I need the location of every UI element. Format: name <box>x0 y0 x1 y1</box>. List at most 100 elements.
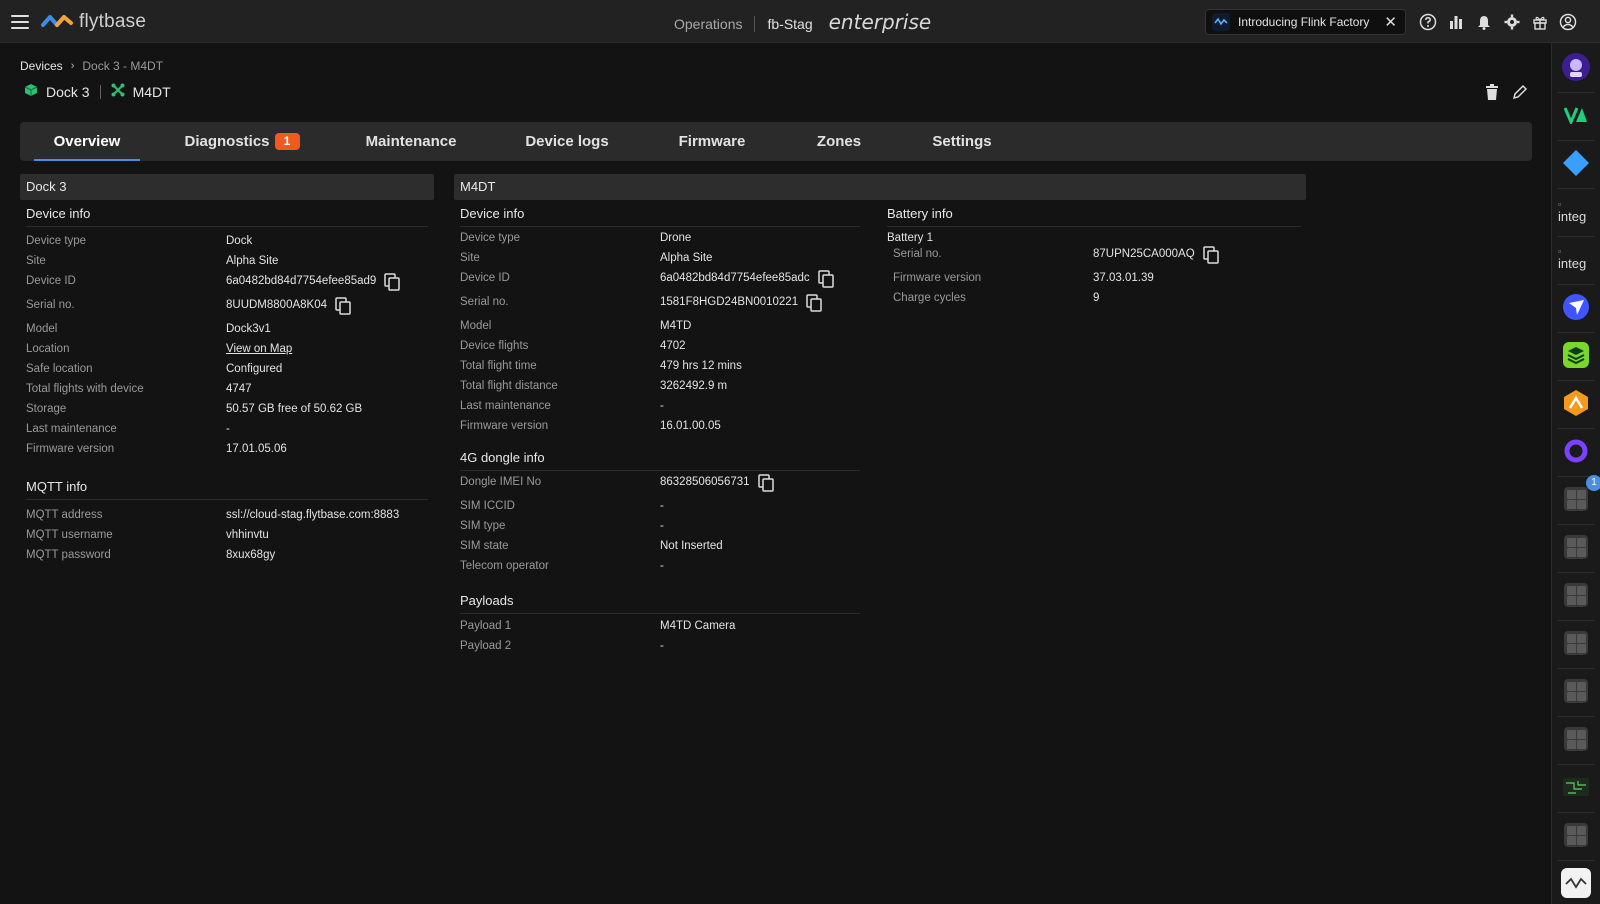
flytbase-logo[interactable]: flytbase <box>41 11 146 33</box>
add-integration-1-icon[interactable]: 1 <box>1558 475 1600 517</box>
row-value: Not Inserted <box>660 540 723 552</box>
row-label: Payload 2 <box>460 640 512 652</box>
info-row-last-maintenance: Last maintenance - <box>460 396 860 416</box>
row-label: Firmware version <box>460 420 549 432</box>
divider <box>1558 236 1594 237</box>
divider <box>460 226 860 227</box>
row-value-wrap: 6a0482bd84d7754efee85ad9 <box>226 271 401 291</box>
row-value: Drone <box>660 232 692 244</box>
copy-icon[interactable] <box>806 294 822 312</box>
info-row-site: Site Alpha Site <box>26 251 426 271</box>
dock-device-info-title: Device info <box>26 206 91 221</box>
info-row-safe-location: Safe location Configured <box>26 359 426 379</box>
row-value: 6a0482bd84d7754efee85adc <box>660 272 810 284</box>
tab-label: Diagnostics <box>184 133 270 150</box>
hamburger-menu-icon[interactable] <box>11 15 29 29</box>
operations-link[interactable]: Operations <box>674 16 742 32</box>
navigation-app-icon[interactable] <box>1558 289 1594 325</box>
diamond-app-icon[interactable] <box>1558 145 1594 181</box>
add-integration-4-icon[interactable] <box>1558 625 1594 661</box>
divider <box>460 470 860 471</box>
row-label: Telecom operator <box>460 560 549 572</box>
info-row-sim-state: SIM state Not Inserted <box>460 536 860 556</box>
divider <box>1558 428 1594 429</box>
announcement-banner[interactable]: Introducing Flink Factory ✕ <box>1205 9 1406 35</box>
info-row-serial: Serial no. 8UUDM8800A8K04 <box>26 295 426 315</box>
info-row-mqtt-password: MQTT password 8xux68gy <box>26 545 426 565</box>
edit-pencil-icon[interactable] <box>1511 83 1529 101</box>
tab-bar: Overview Diagnostics 1 Maintenance Device… <box>20 122 1532 161</box>
add-integration-7-icon[interactable] <box>1558 817 1594 853</box>
integration-image-1-icon[interactable]: ▫ integ <box>1558 193 1594 229</box>
row-value-wrap: 8UUDM8800A8K04 <box>226 295 351 315</box>
dock-icon <box>24 83 38 100</box>
app-avatar-icon[interactable] <box>1558 49 1594 85</box>
help-icon[interactable] <box>1418 12 1437 31</box>
row-label: MQTT username <box>26 529 113 541</box>
settings-gear-icon[interactable] <box>1502 12 1521 31</box>
waveform-app-icon[interactable] <box>1558 865 1594 901</box>
divider <box>1558 860 1594 861</box>
tab-overview[interactable]: Overview <box>34 122 140 161</box>
row-label: Model <box>460 320 492 332</box>
org-switcher[interactable]: fb-Stag <box>767 16 812 32</box>
tab-zones[interactable]: Zones <box>806 122 872 161</box>
copy-icon[interactable] <box>817 270 834 288</box>
info-row-serial: Serial no. 1581F8HGD24BN0010221 <box>460 292 860 312</box>
dock-name[interactable]: Dock 3 <box>46 84 90 100</box>
top-bar: flytbase Operations fb-Stag enterprise I… <box>0 0 1600 43</box>
gift-icon[interactable] <box>1530 12 1549 31</box>
analytics-icon[interactable] <box>1446 12 1465 31</box>
integration-image-2-icon[interactable]: ▫ integ <box>1558 240 1594 276</box>
add-integration-3-icon[interactable] <box>1558 577 1594 613</box>
row-value: - <box>660 520 664 532</box>
delete-icon[interactable] <box>1483 83 1501 101</box>
info-row-device-type: Device type Drone <box>460 228 860 248</box>
divider <box>26 226 428 227</box>
payloads-title: Payloads <box>460 593 514 608</box>
mqtt-info-title: MQTT info <box>26 479 88 494</box>
row-value-wrap: 1581F8HGD24BN0010221 <box>660 292 822 312</box>
tab-diagnostics[interactable]: Diagnostics 1 <box>180 122 304 161</box>
tab-firmware[interactable]: Firmware <box>669 122 755 161</box>
copy-icon[interactable] <box>384 273 401 291</box>
notifications-bell-icon[interactable] <box>1474 12 1493 31</box>
row-label: Device type <box>460 232 521 244</box>
diagnostics-badge: 1 <box>274 133 300 150</box>
flink-factory-icon <box>1212 13 1230 31</box>
tab-label: Device logs <box>525 133 609 150</box>
ring-app-icon[interactable] <box>1558 433 1594 469</box>
orange-app-icon[interactable] <box>1558 385 1594 421</box>
copy-icon[interactable] <box>757 474 774 492</box>
drone-name[interactable]: M4DT <box>133 84 171 100</box>
divider <box>1558 284 1594 285</box>
info-row-device-id: Device ID 6a0482bd84d7754efee85adc <box>460 268 860 288</box>
add-integration-5-icon[interactable] <box>1558 673 1594 709</box>
row-value: 6a0482bd84d7754efee85ad9 <box>226 275 377 287</box>
edition-label: enterprise <box>828 10 932 34</box>
row-label: MQTT password <box>26 549 111 561</box>
breadcrumb-devices-link[interactable]: Devices <box>20 59 63 73</box>
row-label: Serial no. <box>26 299 75 311</box>
layers-app-icon[interactable] <box>1558 337 1594 373</box>
view-on-map-link[interactable]: View on Map <box>226 339 292 359</box>
add-integration-2-icon[interactable] <box>1558 529 1594 565</box>
tab-maintenance[interactable]: Maintenance <box>356 122 466 161</box>
divider <box>1558 140 1594 141</box>
tab-device-logs[interactable]: Device logs <box>516 122 618 161</box>
circuit-app-icon[interactable] <box>1558 769 1594 805</box>
add-integration-6-icon[interactable] <box>1558 721 1594 757</box>
tab-settings[interactable]: Settings <box>923 122 1001 161</box>
copy-icon[interactable] <box>335 297 351 315</box>
copy-icon[interactable] <box>1202 246 1219 264</box>
info-row-last-maintenance: Last maintenance - <box>26 419 426 439</box>
vertical-app-icon[interactable] <box>1558 97 1594 133</box>
info-row-location: Location View on Map <box>26 339 426 359</box>
divider <box>1558 668 1594 669</box>
info-row-total-flights: Total flights with device 4747 <box>26 379 426 399</box>
row-value: 9 <box>1093 292 1100 304</box>
banner-close-icon[interactable]: ✕ <box>1384 13 1397 31</box>
user-account-icon[interactable] <box>1558 12 1577 31</box>
breadcrumb-current: Dock 3 - M4DT <box>82 59 164 73</box>
divider <box>1558 380 1594 381</box>
